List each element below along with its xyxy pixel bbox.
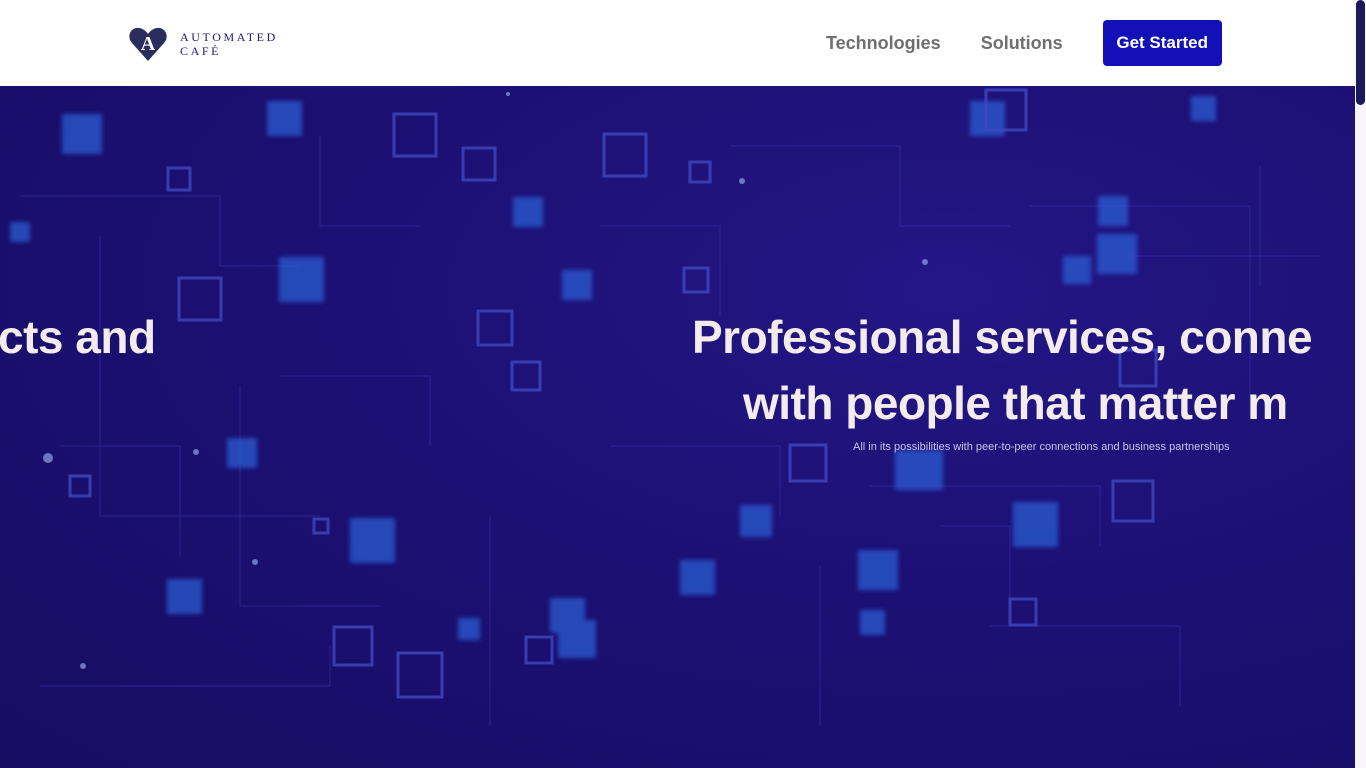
site-header: A AUTOMATED CAFÉ Technologies Solutions … (0, 0, 1355, 86)
nav-technologies[interactable]: Technologies (826, 33, 941, 54)
brand-name-line1: AUTOMATED (180, 30, 278, 44)
nav-solutions[interactable]: Solutions (981, 33, 1063, 54)
scrollbar-thumb[interactable] (1356, 0, 1365, 105)
heart-a-logo-icon: A (129, 27, 167, 61)
brand-name-line2: CAFÉ (180, 44, 222, 58)
hero-headline: Professional services, conne with people… (692, 310, 1355, 430)
previous-slide-headline: cts and (0, 311, 156, 363)
hero-headline-line2: with people that matter m (743, 377, 1288, 429)
brand-name: AUTOMATED CAFÉ (180, 30, 278, 58)
get-started-button[interactable]: Get Started (1102, 20, 1222, 66)
page-scrollbar[interactable] (1355, 0, 1366, 768)
svg-text:A: A (141, 33, 156, 55)
hero-subtitle: All in its possibilities with peer-to-pe… (853, 441, 1230, 453)
brand-logo[interactable]: A AUTOMATED CAFÉ (128, 26, 278, 62)
hero-section: cts and Professional services, conne wit… (0, 86, 1355, 768)
hero-headline-line1: Professional services, conne (692, 311, 1313, 363)
main-nav: Technologies Solutions Get Started (826, 20, 1222, 66)
